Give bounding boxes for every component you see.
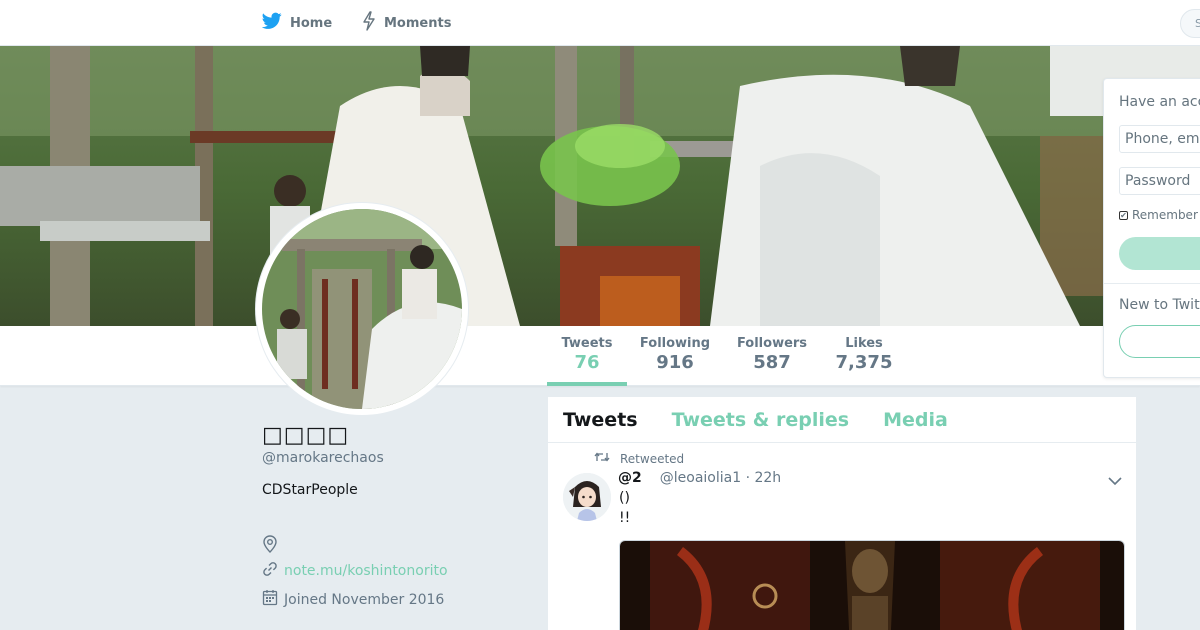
calendar-icon bbox=[262, 589, 278, 610]
stat-tweets-value: 76 bbox=[574, 352, 600, 373]
remember-me[interactable]: ✔ Remember me bbox=[1119, 208, 1200, 222]
bird-icon bbox=[261, 12, 282, 34]
login-button[interactable] bbox=[1119, 237, 1200, 270]
retweet-context: Retweeted bbox=[594, 451, 684, 466]
profile-bio: CDStarPeople bbox=[262, 482, 358, 498]
tweet-text-line-2: !! bbox=[619, 510, 631, 526]
lightning-icon bbox=[362, 11, 376, 35]
tab-tweets-replies[interactable]: Tweets & replies bbox=[672, 409, 849, 431]
tweet-text-line-1: () bbox=[619, 490, 630, 506]
search-input[interactable]: S bbox=[1180, 9, 1200, 38]
stat-followers-label: Followers bbox=[736, 336, 808, 351]
top-navigation-bar: Home Moments S bbox=[0, 0, 1200, 46]
link-icon bbox=[262, 561, 278, 581]
stat-followers-value: 587 bbox=[753, 352, 791, 373]
timeline: Tweets Tweets & replies Media Retweeted … bbox=[548, 397, 1136, 630]
profile-location bbox=[262, 535, 278, 557]
login-password-input[interactable]: Password bbox=[1119, 167, 1200, 195]
location-pin-icon bbox=[262, 535, 278, 557]
login-title: Have an account? bbox=[1119, 94, 1200, 110]
profile-joined-text: Joined November 2016 bbox=[284, 591, 445, 608]
stat-following[interactable]: Following 916 bbox=[637, 336, 713, 373]
stat-likes-label: Likes bbox=[845, 336, 883, 351]
remember-label: Remember me bbox=[1132, 208, 1200, 222]
profile-joined: Joined November 2016 bbox=[262, 589, 444, 610]
profile-avatar[interactable] bbox=[256, 203, 468, 415]
tab-media[interactable]: Media bbox=[883, 409, 948, 431]
profile-website-link[interactable]: note.mu/koshintonorito bbox=[284, 563, 448, 579]
remember-checkbox[interactable]: ✔ bbox=[1119, 210, 1128, 220]
tweet-header: @2 @leoaiolia1 · 22h bbox=[618, 470, 781, 486]
tab-tweets[interactable]: Tweets bbox=[563, 409, 638, 431]
signup-button[interactable] bbox=[1119, 325, 1200, 358]
stat-likes-value: 7,375 bbox=[835, 352, 893, 373]
stat-followers[interactable]: Followers 587 bbox=[735, 336, 809, 373]
login-phone-input[interactable]: Phone, email or username bbox=[1119, 125, 1200, 153]
chevron-down-icon[interactable] bbox=[1108, 471, 1122, 490]
nav-moments[interactable]: Moments bbox=[362, 11, 452, 35]
stat-following-value: 916 bbox=[656, 352, 694, 373]
profile-website[interactable]: note.mu/koshintonorito bbox=[262, 561, 448, 581]
nav-home[interactable]: Home bbox=[261, 12, 333, 34]
nav-moments-label: Moments bbox=[384, 15, 452, 31]
stat-likes[interactable]: Likes 7,375 bbox=[832, 336, 896, 373]
tweet-media-image[interactable] bbox=[619, 540, 1125, 630]
login-card: Have an account? Phone, email or usernam… bbox=[1103, 78, 1200, 378]
active-tab-underline bbox=[547, 382, 627, 386]
nav-home-label: Home bbox=[290, 15, 333, 31]
retweet-context-label: Retweeted bbox=[620, 451, 685, 466]
signup-prompt: New to Twitter? bbox=[1119, 297, 1200, 313]
retweet-icon bbox=[594, 451, 610, 466]
stat-following-label: Following bbox=[639, 336, 711, 351]
profile-stats-bar: Tweets 76 Following 916 Followers 587 Li… bbox=[0, 326, 1200, 386]
stat-tweets-label: Tweets bbox=[561, 336, 613, 351]
timeline-tabs: Tweets Tweets & replies Media bbox=[548, 397, 1136, 443]
profile-handle[interactable]: @marokarechaos bbox=[262, 450, 384, 466]
profile-banner bbox=[0, 46, 1200, 326]
tweet-handle-time[interactable]: @leoaiolia1 · 22h bbox=[660, 470, 781, 486]
tweet-author-name[interactable]: @2 bbox=[618, 470, 642, 486]
tweet-author-avatar[interactable] bbox=[563, 473, 611, 521]
profile-name: □□□□ bbox=[262, 423, 350, 448]
stat-tweets[interactable]: Tweets 76 bbox=[547, 336, 627, 373]
login-divider bbox=[1104, 283, 1200, 284]
